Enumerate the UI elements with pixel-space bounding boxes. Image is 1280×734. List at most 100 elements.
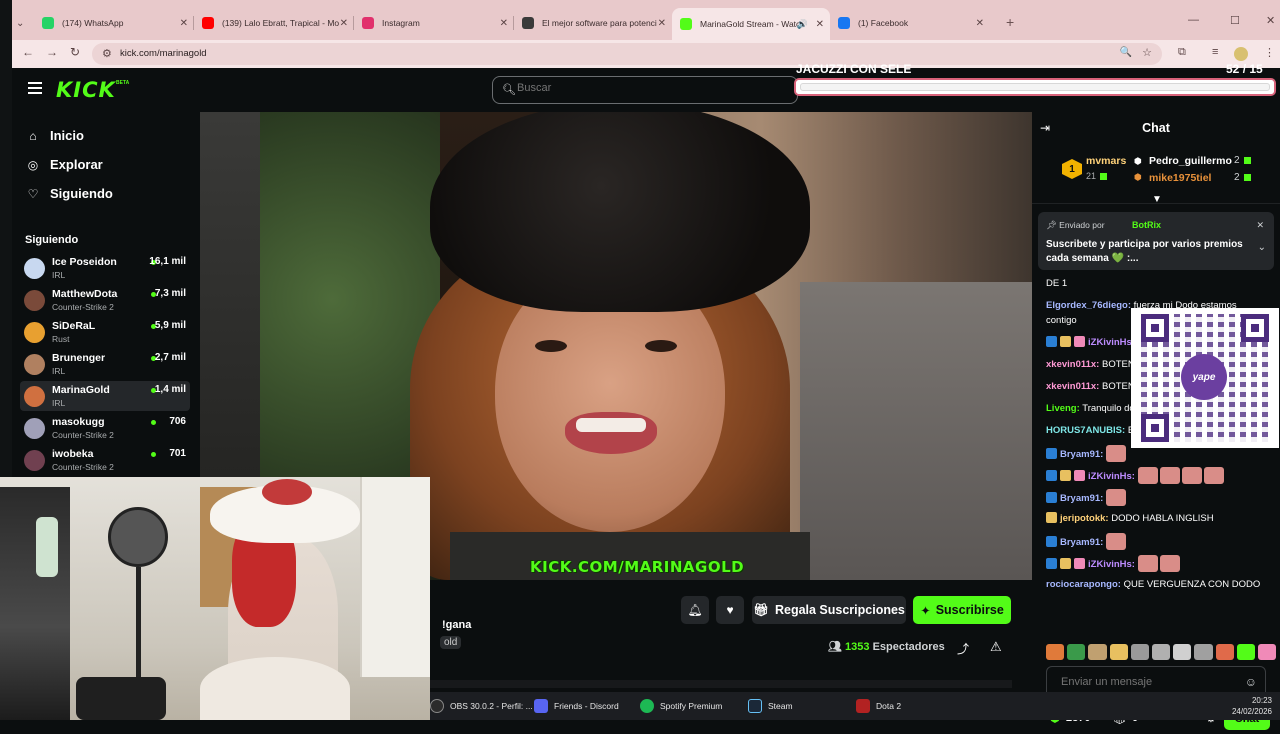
hamburger-menu-icon[interactable] [28,82,42,94]
tab-kick-active[interactable]: MarinaGold Stream - Watc 🔊 ✕ [672,8,830,40]
maximize-icon[interactable]: ☐ [1230,14,1240,27]
site-info-icon[interactable]: ⚙ [102,47,112,60]
url-text[interactable]: kick.com/marinagold [120,48,207,59]
chat-username[interactable]: jeripotokk: [1060,513,1109,524]
share-icon[interactable]: ⤴ [957,640,969,657]
spotify-icon [640,699,654,713]
tab-software[interactable]: El mejor software para potenci ✕ [514,10,672,36]
following-item[interactable]: masokugg Counter-Strike 2 706 [20,413,190,443]
pinned-bot-name[interactable]: BotRix [1132,220,1161,230]
minimize-icon[interactable]: — [1188,14,1199,26]
new-tab-icon[interactable]: + [1006,14,1014,30]
chat-username[interactable]: iZKivinHs: [1088,337,1135,348]
emote-icon[interactable] [1067,644,1086,660]
emote-icon[interactable] [1215,644,1234,660]
following-item[interactable]: Ice Poseidon IRL 16,1 mil [20,253,190,283]
leader-name[interactable]: mvmars [1086,155,1126,167]
chat-username[interactable]: Bryam91: [1060,449,1103,460]
emote-icon[interactable] [1236,644,1255,660]
emote-icon[interactable] [1151,644,1171,660]
taskbar-discord[interactable]: Friends - Discord [534,699,619,713]
taskbar-dota[interactable]: Dota 2 [856,699,901,713]
close-tab-icon[interactable]: ✕ [340,18,348,29]
tab-search-button[interactable]: ⌄ [12,10,32,36]
taskbar-clock[interactable]: 20:23 24/02/2026 [1232,695,1272,717]
following-item[interactable]: Brunenger IRL 2,7 mil [20,349,190,379]
emote-icon[interactable] [1130,644,1149,660]
close-tab-icon[interactable]: ✕ [658,18,666,29]
emote-icon[interactable] [1109,644,1128,660]
tab-youtube[interactable]: (139) Lalo Ebratt, Trapical - Mo ✕ [194,10,354,36]
subscribe-button[interactable]: ✦ Suscribirse [913,596,1011,624]
chat-message-input[interactable] [1061,676,1231,688]
nav-explorar[interactable]: ◎ Explorar [26,157,103,172]
close-tab-icon[interactable]: ✕ [180,18,188,29]
chat-username[interactable]: iZKivinHs: [1088,471,1135,482]
report-warning-icon[interactable]: ⚠ [990,639,1002,655]
close-tab-icon[interactable]: ✕ [976,18,984,29]
chevron-down-icon[interactable]: ⌄ [1258,242,1266,253]
zoom-icon[interactable]: 🔍 [1120,47,1132,58]
chat-username[interactable]: Elgordex_76diego: [1046,300,1131,311]
leader-name[interactable]: mike1975tiel [1149,172,1211,184]
chat-username[interactable]: rociocarapongo: [1046,579,1121,590]
menu-dots-icon[interactable]: ⋮ [1264,46,1275,59]
kick-logo[interactable]: KICK [56,78,116,102]
pinned-message[interactable]: 📌︎ Enviado por BotRix ✕ Suscribete y par… [1038,212,1274,270]
following-item[interactable]: iwobeka Counter-Strike 2 701 [20,445,190,475]
chat-username[interactable]: xkevin011x: [1046,359,1099,370]
following-item[interactable]: MatthewDota Counter-Strike 2 7,3 mil [20,285,190,315]
chat-username[interactable]: HORUS7ANUBIS: [1046,425,1125,436]
viewer-count: 1,4 mil [154,384,186,395]
tab-facebook[interactable]: (1) Facebook ✕ [830,10,990,36]
chat-message[interactable]: jeripotokk: DODO HABLA INGLISH [1046,511,1276,526]
close-window-icon[interactable]: ✕ [1266,14,1275,27]
notification-bell-button[interactable]: 🔔︎ [681,596,709,624]
following-item-selected[interactable]: MarinaGold IRL 1,4 mil [20,381,190,411]
unpin-icon[interactable]: ✕ [1256,220,1264,231]
taskbar-obs[interactable]: OBS 30.0.2 - Perfil: ... [430,699,533,713]
profile-avatar[interactable] [1234,47,1248,61]
follow-heart-button[interactable]: ♥ [716,596,744,624]
tab-instagram[interactable]: Instagram ✕ [354,10,514,36]
back-icon[interactable]: ← [22,45,34,59]
gift-subs-button[interactable]: 🎁︎ Regala Suscripciones [752,596,906,624]
close-tab-icon[interactable]: ✕ [500,18,508,29]
extensions-icon[interactable]: ⧉ [1178,46,1186,59]
chat-message[interactable]: Bryam91: [1046,489,1276,506]
nav-inicio[interactable]: ⌂ Inicio [26,128,84,143]
media-icon[interactable]: ≡ [1212,46,1218,58]
chat-username[interactable]: iZKivinHs: [1088,559,1135,570]
speaker-icon[interactable]: 🔊 [797,19,808,30]
nav-siguiendo[interactable]: ♡ Siguiendo [26,186,113,201]
emote-icon[interactable] [1257,644,1277,660]
chat-message[interactable]: iZKivinHs: [1046,467,1276,484]
chat-message[interactable]: iZKivinHs: [1046,555,1276,572]
following-item[interactable]: SiDeRaL Rust 5,9 mil [20,317,190,347]
chat-message[interactable]: Bryam91: [1046,533,1276,550]
taskbar-steam[interactable]: Steam [748,699,793,713]
emote-icon[interactable] [1046,644,1065,660]
taskbar-spotify[interactable]: Spotify Premium [640,699,722,713]
forward-icon[interactable]: → [46,45,58,59]
close-tab-icon[interactable]: ✕ [816,19,824,30]
chat-username[interactable]: xkevin011x: [1046,381,1099,392]
chat-username[interactable]: Bryam91: [1060,537,1103,548]
chat-username[interactable]: Bryam91: [1060,493,1103,504]
emote-icon[interactable] [1088,644,1107,660]
chat-username[interactable]: Liveng: [1046,403,1080,414]
reload-icon[interactable]: ↻ [70,45,80,59]
search-box[interactable]: 🔍︎ [492,76,798,104]
leader-name[interactable]: Pedro_guillermo [1149,155,1232,167]
expand-leaderboard-icon[interactable]: ▼ [1152,194,1162,205]
bookmark-star-icon[interactable]: ☆ [1142,46,1152,59]
emote-icon[interactable] [1194,644,1213,660]
tab-whatsapp[interactable]: (174) WhatsApp ✕ [34,10,194,36]
stream-tag[interactable]: old [440,636,462,649]
address-bar[interactable]: ⚙ kick.com/marinagold 🔍 ☆ [92,43,1162,65]
emote-icon[interactable] [1173,644,1192,660]
chat-message[interactable]: rociocarapongo: QUE VERGUENZA CON DODO [1046,577,1276,592]
search-input[interactable] [517,82,787,94]
emoji-picker-icon[interactable]: ☺ [1245,675,1257,689]
chat-message[interactable]: DE 1 [1046,276,1276,291]
